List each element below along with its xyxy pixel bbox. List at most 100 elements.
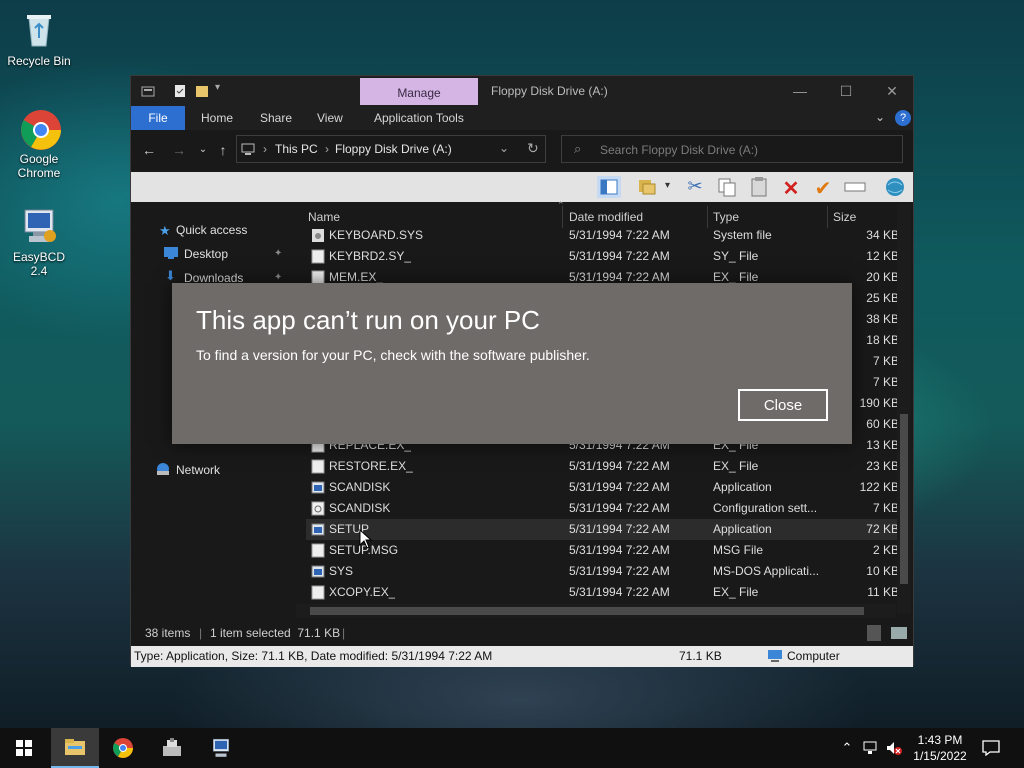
globe-icon[interactable] (883, 176, 907, 198)
breadcrumb-this-pc[interactable]: This PC (275, 142, 318, 156)
system-file-icon (312, 229, 324, 242)
tab-share[interactable]: Share (260, 106, 292, 130)
easybcd-icon (19, 206, 59, 246)
desktop-icon-easybcd[interactable]: EasyBCD 2.4 (4, 206, 74, 278)
config-file-icon (311, 501, 325, 516)
sort-arrow-icon: ⌃ (557, 200, 565, 210)
tab-application-tools[interactable]: Application Tools (374, 106, 464, 130)
address-dropdown-icon[interactable]: ⌄ (499, 141, 509, 155)
this-pc-icon (241, 143, 255, 155)
view-dropdown-icon[interactable]: ▾ (665, 180, 670, 191)
application-icon (311, 481, 325, 494)
file-row[interactable]: KEYBRD2.SY_ 5/31/1994 7:22 AM SY_ File 1… (306, 246, 906, 267)
customize-quick-access-icon[interactable]: ▾ (215, 82, 220, 96)
file-row-selected[interactable]: SETUP 5/31/1994 7:22 AM Application 72 K… (306, 519, 906, 540)
file-icon (311, 459, 325, 474)
column-header-name[interactable]: Name (308, 210, 340, 224)
desktop-icon-google-chrome[interactable]: Google Chrome (4, 108, 74, 180)
taskbar-easybcd[interactable] (197, 728, 245, 768)
close-button[interactable]: Close (738, 389, 828, 421)
forward-button[interactable]: → (169, 140, 189, 160)
taskbar-app-installer[interactable] (148, 728, 196, 768)
up-button[interactable]: ↑ (213, 140, 233, 160)
tab-home[interactable]: Home (201, 106, 233, 130)
recent-locations-button[interactable]: ⌄ (193, 140, 213, 160)
search-box[interactable]: ⌕ (561, 135, 903, 163)
search-input[interactable] (598, 140, 892, 160)
tab-view[interactable]: View (317, 106, 343, 130)
checklist-icon[interactable] (173, 84, 187, 98)
file-row[interactable]: RESTORE.EX_ 5/31/1994 7:22 AM EX_ File 2… (306, 456, 906, 477)
expand-ribbon-icon[interactable]: ⌄ (875, 110, 885, 124)
paste-icon[interactable] (747, 176, 771, 198)
easybcd-icon (213, 738, 229, 757)
rename-icon[interactable] (843, 176, 867, 198)
star-icon: ★ (159, 223, 171, 238)
action-center-icon[interactable] (982, 740, 1000, 756)
desktop-icon-label: Recycle Bin (7, 54, 71, 68)
preview-pane-icon[interactable] (597, 176, 621, 198)
pin-icon[interactable]: ✦ (274, 272, 282, 283)
scrollbar-thumb[interactable] (900, 414, 908, 584)
close-window-button[interactable]: ✕ (869, 76, 915, 106)
address-bar[interactable]: › This PC › Floppy Disk Drive (A:) ⌄ ↻ (236, 135, 546, 163)
refresh-icon[interactable]: ↻ (527, 140, 539, 157)
help-icon[interactable]: ? (895, 110, 911, 126)
file-row[interactable]: SYS 5/31/1994 7:22 AM MS-DOS Applicati..… (306, 561, 906, 582)
vertical-scrollbar[interactable] (897, 204, 911, 614)
tab-file[interactable]: File (131, 106, 185, 130)
column-header-type[interactable]: Type (713, 210, 739, 224)
info-size: 71.1 KB (679, 649, 722, 663)
pin-icon[interactable]: ✦ (274, 248, 282, 259)
downloads-icon: ⬇ (165, 268, 176, 283)
file-row[interactable]: XCOPY.EX_ 5/31/1994 7:22 AM EX_ File 11 … (306, 582, 906, 603)
volume-muted-icon[interactable] (885, 740, 903, 756)
delete-icon[interactable]: ✕ (779, 176, 803, 200)
taskbar-file-explorer[interactable] (51, 728, 99, 768)
maximize-button[interactable]: ☐ (823, 76, 869, 106)
back-button[interactable]: ← (139, 140, 159, 160)
file-row[interactable]: KEYBOARD.SYS 5/31/1994 7:22 AM System fi… (306, 225, 906, 246)
scrollbar-thumb[interactable] (310, 607, 864, 615)
file-row[interactable]: SCANDISK 5/31/1994 7:22 AM Configuration… (306, 498, 906, 519)
windows-start-icon[interactable] (16, 740, 32, 756)
properties-icon[interactable] (141, 84, 155, 98)
error-dialog: This app can’t run on your PC To find a … (172, 283, 852, 444)
tab-manage[interactable]: Manage (360, 78, 478, 105)
toolbar: ▾ ✂ ✕ ✔ (131, 172, 913, 202)
clock-date: 1/15/2022 (913, 749, 967, 763)
desktop-icon-recycle-bin[interactable]: Recycle Bin (4, 10, 74, 68)
clock[interactable]: 1:43 PM 1/15/2022 (905, 732, 975, 764)
view-icon[interactable] (635, 176, 659, 198)
nav-item-network[interactable]: Network (176, 460, 220, 480)
properties-check-icon[interactable]: ✔ (811, 176, 835, 200)
show-hidden-icons-icon[interactable]: ⌃ (838, 740, 856, 756)
nav-item-quick-access[interactable]: Quick access (176, 220, 247, 240)
ribbon-tabs: File Home Share View Application Tools ⌄… (131, 106, 913, 130)
taskbar-chrome[interactable] (99, 728, 147, 768)
copy-icon[interactable] (715, 176, 739, 198)
large-icons-view-icon[interactable] (891, 627, 907, 639)
network-tray-icon[interactable] (862, 740, 880, 756)
dialog-message: To find a version for your PC, check wit… (196, 347, 590, 363)
cut-icon[interactable]: ✂ (683, 176, 707, 198)
horizontal-scrollbar[interactable] (296, 604, 896, 618)
details-view-icon[interactable] (867, 625, 881, 641)
chrome-icon (19, 108, 61, 150)
column-header-size[interactable]: Size (833, 210, 856, 224)
file-icon (311, 249, 325, 264)
status-divider: | (199, 626, 203, 640)
minimize-button[interactable]: — (777, 76, 823, 106)
clock-time: 1:43 PM (917, 733, 963, 747)
breadcrumb-separator-icon: › (325, 142, 329, 156)
navigation-bar: ← → ⌄ ↑ › This PC › Floppy Disk Drive (A… (131, 132, 913, 168)
file-row[interactable]: SETUP.MSG 5/31/1994 7:22 AM MSG File 2 K… (306, 540, 906, 561)
breadcrumb-floppy-drive[interactable]: Floppy Disk Drive (A:) (335, 142, 452, 156)
desktop-folder-icon (164, 247, 178, 259)
breadcrumb-separator-icon: › (263, 142, 267, 156)
column-header-date[interactable]: Date modified (569, 210, 643, 224)
file-row[interactable]: SCANDISK 5/31/1994 7:22 AM Application 1… (306, 477, 906, 498)
folder-icon[interactable] (195, 84, 209, 98)
status-bar: 38 items | 1 item selected 71.1 KB | (131, 622, 913, 646)
nav-item-desktop[interactable]: Desktop (184, 244, 228, 264)
